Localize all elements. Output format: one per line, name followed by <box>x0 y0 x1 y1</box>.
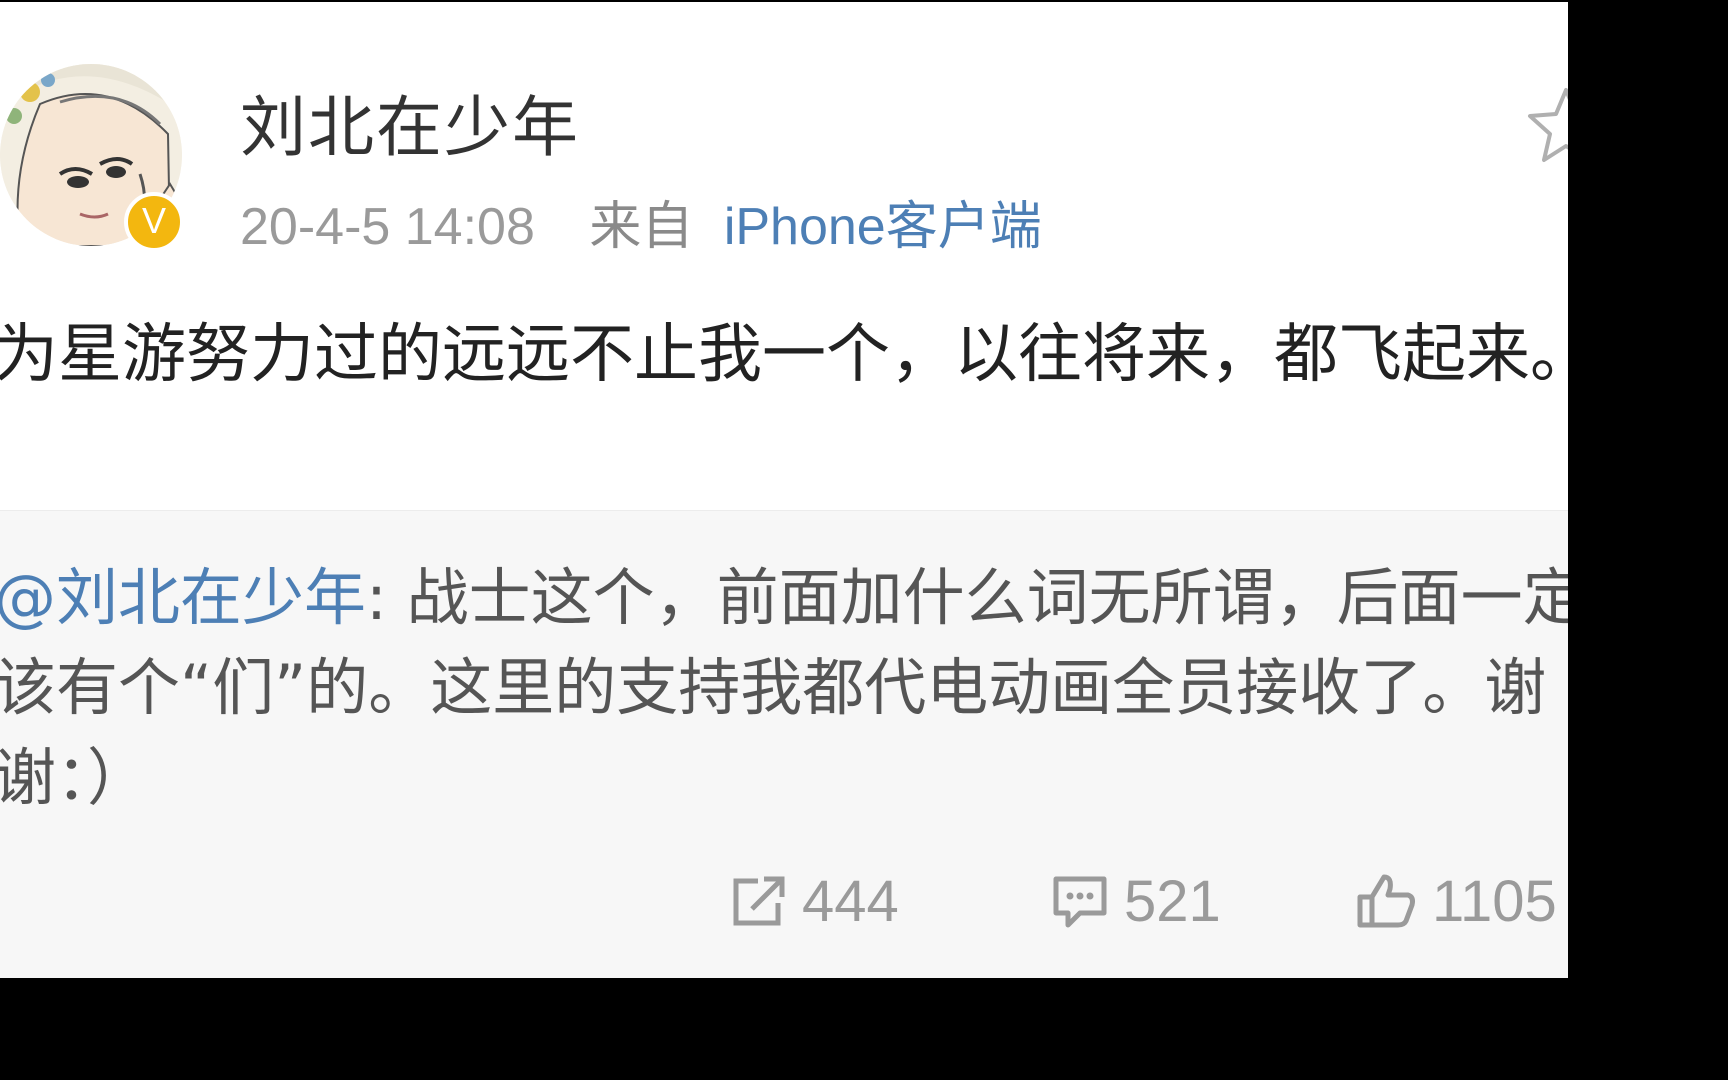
post-meta: 20-4-5 14:08 来自 iPhone客户端 <box>240 184 1042 259</box>
like-button[interactable]: 1105 <box>1356 851 1557 951</box>
comment-count: 521 <box>1124 868 1221 934</box>
post-text: 为星游努力过的远远不止我一个，以往将来，都飞起来。 <box>0 318 1568 392</box>
verified-badge: V <box>124 192 184 252</box>
reposted-content[interactable]: @刘北在少年: 战士这个，前面加什么词无所谓，后面一定该有个“们”的。这里的支持… <box>0 510 1568 978</box>
quote-colon: : <box>366 561 387 634</box>
post-time: 20-4-5 14:08 <box>240 198 535 256</box>
screenshot-viewport: V 刘北在少年 20-4-5 14:08 来自 iPhone客户端 为星游努力过… <box>0 0 1728 1080</box>
mention-link[interactable]: @刘北在少年 <box>0 561 366 634</box>
comment-icon <box>1053 876 1107 928</box>
repost-count: 444 <box>802 868 899 934</box>
thumbs-up-icon <box>1357 874 1415 928</box>
comment-button[interactable]: 521 <box>1050 851 1221 951</box>
repost-button[interactable]: 444 <box>728 851 899 951</box>
star-icon[interactable] <box>1526 84 1568 164</box>
action-bar: 444 521 1105 <box>0 851 1568 951</box>
username[interactable]: 刘北在少年 <box>240 74 580 170</box>
quote-text: @刘北在少年: 战士这个，前面加什么词无所谓，后面一定该有个“们”的。这里的支持… <box>0 553 1568 823</box>
weibo-post-card: V 刘北在少年 20-4-5 14:08 来自 iPhone客户端 为星游努力过… <box>0 2 1568 978</box>
like-count: 1105 <box>1432 868 1557 934</box>
repost-icon <box>733 876 785 926</box>
post-source-link[interactable]: iPhone客户端 <box>724 198 1042 256</box>
from-label: 来自 <box>589 198 694 256</box>
